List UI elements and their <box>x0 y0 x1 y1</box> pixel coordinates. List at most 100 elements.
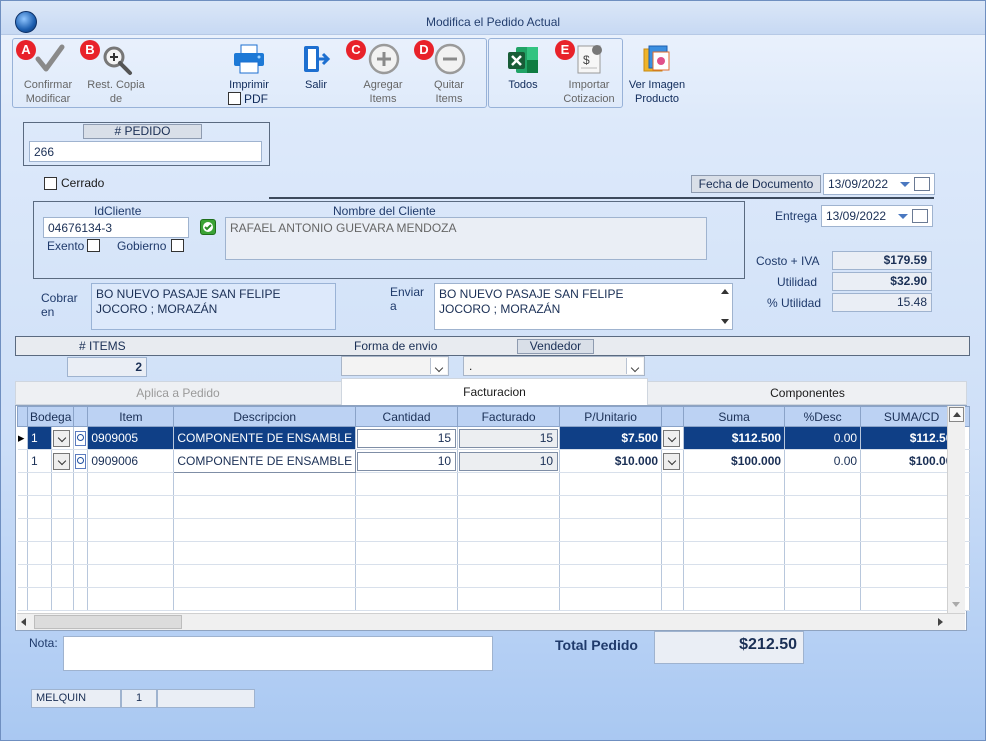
cantidad-input[interactable]: 15 <box>357 428 457 448</box>
lookup-magnifier-icon[interactable] <box>75 430 87 446</box>
chevron-down-icon[interactable] <box>663 429 681 447</box>
chevron-down-icon[interactable] <box>900 182 910 187</box>
cell-price-dropdown[interactable] <box>661 449 685 473</box>
cell-desc[interactable]: 0.00 <box>784 449 862 473</box>
row-selector <box>17 449 28 473</box>
cell-lookup[interactable] <box>73 449 89 473</box>
pedido-number-field[interactable]: 266 <box>29 141 262 162</box>
col-desc[interactable]: %Desc <box>784 406 862 427</box>
col-bodega[interactable]: Bodega <box>26 406 75 427</box>
col-facturado[interactable]: Facturado <box>457 406 561 427</box>
vendedor-select[interactable]: . <box>463 356 645 376</box>
costo-iva-value: $179.59 <box>832 251 932 270</box>
scroll-up-button[interactable] <box>949 407 964 422</box>
chevron-down-icon[interactable] <box>430 358 447 374</box>
cell-bodega[interactable]: 1 <box>27 449 53 473</box>
tab-componentes[interactable]: Componentes <box>648 381 967 405</box>
salir-button[interactable]: Salir <box>291 41 341 93</box>
chevron-down-icon[interactable] <box>898 214 908 219</box>
costo-iva-label: Costo + IVA <box>756 254 820 268</box>
chevron-down-icon[interactable] <box>626 358 643 374</box>
scroll-down-icon <box>952 602 960 607</box>
ver-imagen-producto-button[interactable]: Ver Imagen Producto <box>625 41 689 107</box>
enviar-a-label: a <box>390 299 397 313</box>
cobrar-address-field[interactable]: BO NUEVO PASAJE SAN FELIPE JOCORO ; MORA… <box>91 283 336 330</box>
todos-excel-button[interactable]: Todos <box>495 41 551 93</box>
col-item[interactable]: Item <box>87 406 175 427</box>
scroll-left-icon[interactable] <box>21 618 26 626</box>
enviar-label: Enviar <box>390 285 425 299</box>
col-descripcion[interactable]: Descripcion <box>173 406 357 427</box>
col-suma[interactable]: Suma <box>683 406 786 427</box>
fecha-documento-field[interactable]: 13/09/2022 <box>823 173 935 195</box>
badge-e: E <box>555 40 575 60</box>
cell-suma: $112.500 <box>683 426 786 450</box>
cell-facturado[interactable]: 10 <box>457 449 561 473</box>
lookup-magnifier-icon[interactable] <box>75 453 87 469</box>
chevron-down-icon[interactable] <box>53 429 71 447</box>
nota-label: Nota: <box>29 636 58 650</box>
cerrado-label: Cerrado <box>61 176 105 190</box>
col-price-dropdown <box>661 406 685 427</box>
cell-facturado[interactable]: 15 <box>457 426 561 450</box>
forma-envio-select[interactable] <box>341 356 449 376</box>
vertical-scrollbar[interactable] <box>947 406 965 613</box>
col-cantidad[interactable]: Cantidad <box>355 406 459 427</box>
chevron-down-icon[interactable] <box>663 452 681 470</box>
cerrado-checkbox[interactable] <box>44 177 57 190</box>
cell-descripcion[interactable]: COMPONENTE DE ENSAMBLE <box>173 426 357 450</box>
entrega-field[interactable]: 13/09/2022 <box>821 205 933 227</box>
scroll-right-icon[interactable] <box>938 618 943 626</box>
cell-punitario[interactable]: $10.000 <box>559 449 663 473</box>
cell-cantidad[interactable]: 10 <box>355 449 459 473</box>
table-row[interactable]: 1 0909006 COMPONENTE DE ENSAMBLE 10 10 $… <box>17 449 971 473</box>
pdf-checkbox[interactable] <box>228 92 241 105</box>
badge-b: B <box>80 40 100 60</box>
vendedor-label: Vendedor <box>517 339 594 354</box>
cell-price-dropdown[interactable] <box>661 426 685 450</box>
badge-a: A <box>16 40 36 60</box>
cell-bodega-dropdown[interactable] <box>51 449 75 473</box>
main-window: Modifica el Pedido Actual Confirmar Modi… <box>0 0 986 741</box>
calendar-icon[interactable] <box>914 177 930 191</box>
window-title: Modifica el Pedido Actual <box>425 15 561 29</box>
grid-header-row: Bodega Item Descripcion Cantidad Factura… <box>17 406 971 427</box>
vendedor-value: . <box>469 359 473 373</box>
cobrar-line1: BO NUEVO PASAJE SAN FELIPE <box>96 287 281 301</box>
items-grid: Bodega Item Descripcion Cantidad Factura… <box>17 406 971 611</box>
chevron-down-icon[interactable] <box>53 452 71 470</box>
cell-descripcion[interactable]: COMPONENTE DE ENSAMBLE <box>173 449 357 473</box>
imprimir-button[interactable]: Imprimir <box>221 41 277 93</box>
tab-aplica-pedido[interactable]: Aplica a Pedido <box>15 381 341 405</box>
nota-field[interactable] <box>63 636 493 671</box>
idcliente-field[interactable]: 04676134-3 <box>43 217 189 238</box>
table-row[interactable]: ▶ 1 0909005 COMPONENTE DE ENSAMBLE 15 15… <box>17 426 971 450</box>
verified-check-icon[interactable] <box>200 219 216 235</box>
tab-facturacion[interactable]: Facturacion <box>341 378 648 405</box>
enviar-address-field[interactable]: BO NUEVO PASAJE SAN FELIPE JOCORO ; MORA… <box>434 283 733 330</box>
magnifier-plus-icon <box>103 46 132 75</box>
scroll-up-icon[interactable] <box>721 289 729 294</box>
minus-circle-icon <box>434 43 466 75</box>
cell-item[interactable]: 0909006 <box>87 449 175 473</box>
nombre-cliente-field[interactable]: RAFAEL ANTONIO GUEVARA MENDOZA <box>225 217 707 260</box>
calendar-icon[interactable] <box>912 209 928 223</box>
facturado-value: 15 <box>459 428 559 448</box>
cell-cantidad[interactable]: 15 <box>355 426 459 450</box>
gobierno-checkbox[interactable] <box>171 239 184 252</box>
printer-icon <box>234 44 264 74</box>
scroll-thumb[interactable] <box>34 615 182 629</box>
col-punitario[interactable]: P/Unitario <box>559 406 663 427</box>
cell-punitario[interactable]: $7.500 <box>559 426 663 450</box>
scroll-down-icon[interactable] <box>721 319 729 324</box>
separator-line <box>269 197 934 199</box>
cell-bodega-dropdown[interactable] <box>51 426 75 450</box>
cantidad-input[interactable]: 10 <box>357 451 457 471</box>
cell-desc[interactable]: 0.00 <box>784 426 862 450</box>
cell-item[interactable]: 0909005 <box>87 426 175 450</box>
horizontal-scrollbar[interactable] <box>17 613 965 630</box>
scroll-down-button[interactable] <box>949 597 964 612</box>
cell-bodega[interactable]: 1 <box>27 426 53 450</box>
cell-lookup[interactable] <box>73 426 89 450</box>
exento-checkbox[interactable] <box>87 239 100 252</box>
